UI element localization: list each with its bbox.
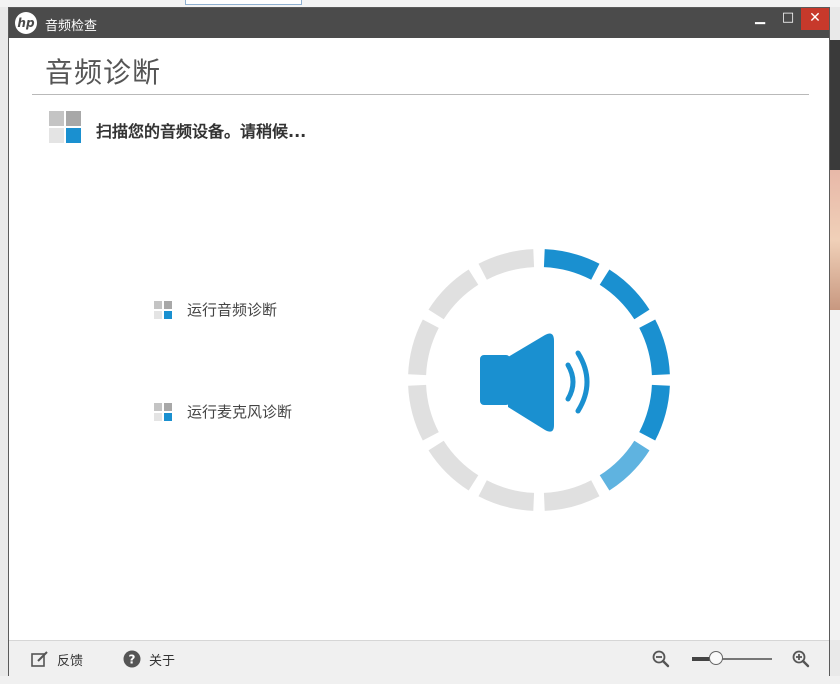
zoom-in-icon[interactable] (792, 650, 810, 668)
ring-segment-active (543, 249, 600, 280)
scan-progress-ring (408, 249, 670, 511)
feedback-icon[interactable] (31, 650, 49, 668)
scan-status-text: 扫描您的音频设备。请稍候... (96, 122, 307, 141)
tiles-icon (154, 403, 172, 421)
ring-segment-active (639, 384, 670, 441)
window-title: 音频检查 (45, 19, 98, 34)
background-window-tab (185, 0, 302, 5)
hp-logo: hp (15, 12, 37, 34)
desktop-background-bottom (0, 676, 840, 684)
svg-text:?: ? (129, 653, 136, 667)
minimize-button[interactable]: ▁ (747, 8, 773, 30)
tiles-icon (154, 301, 172, 319)
ring-segment-inactive (428, 440, 479, 491)
speaker-icon (480, 333, 590, 432)
background-window-edge-dark (830, 40, 840, 170)
ring-segment-inactive (543, 480, 600, 511)
about-link[interactable]: 关于 (149, 650, 175, 669)
ring-segment-active (639, 319, 670, 376)
title-divider (32, 94, 809, 95)
feedback-link[interactable]: 反馈 (57, 650, 83, 669)
ring-segment-active (599, 440, 650, 491)
close-button[interactable]: ✕ (801, 8, 829, 30)
run-mic-diagnostic-label[interactable]: 运行麦克风诊断 (187, 401, 292, 422)
desktop-background (0, 0, 840, 7)
page-title: 音频诊断 (45, 56, 162, 89)
zoom-slider-thumb[interactable] (709, 651, 723, 665)
zoom-slider[interactable] (692, 650, 772, 668)
tiles-icon (49, 111, 81, 143)
run-audio-diagnostic-label[interactable]: 运行音频诊断 (187, 299, 277, 320)
title-bar: hp 音频检查 ▁ □ ✕ (9, 8, 829, 38)
zoom-out-icon[interactable] (652, 650, 670, 668)
help-icon[interactable]: ? (123, 650, 141, 668)
ring-segment-inactive (408, 384, 439, 441)
ring-segment-inactive (478, 249, 535, 280)
maximize-button[interactable]: □ (775, 8, 801, 30)
ring-segment-inactive (408, 319, 439, 376)
footer-bar: 反馈 ? 关于 (9, 640, 829, 677)
ring-segment-inactive (478, 480, 535, 511)
ring-segment-active (599, 269, 650, 320)
background-window-image (830, 170, 840, 310)
ring-segment-inactive (428, 269, 479, 320)
audio-check-window: hp 音频检查 ▁ □ ✕ 音频诊断 扫描您的音频设备。请稍候... 运行音频诊… (8, 7, 830, 677)
